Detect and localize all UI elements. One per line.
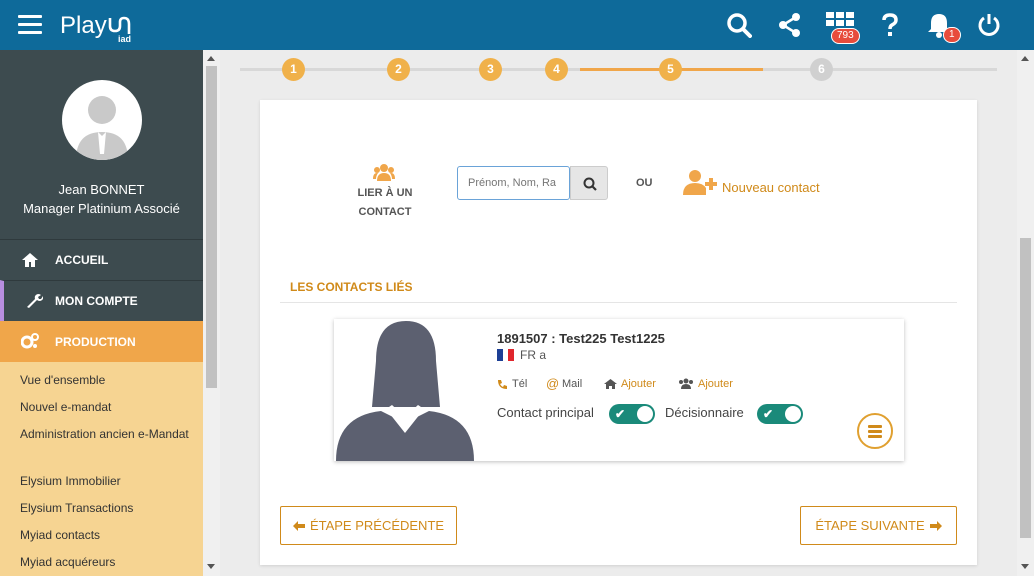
contact-card: 1891507 : Test225 Test1225 FR a Tél @ Ma… xyxy=(334,319,904,461)
contact-avatar-icon xyxy=(334,319,476,461)
avatar xyxy=(62,80,142,160)
step-1[interactable]: 1 xyxy=(282,58,305,81)
previous-step-button[interactable]: ÉTAPE PRÉCÉDENTE xyxy=(280,506,457,545)
contact-search-input[interactable] xyxy=(457,166,570,200)
subnav-item[interactable]: Elysium Transactions xyxy=(20,499,190,518)
sidebar: Jean BONNET Manager Platinium Associé AC… xyxy=(0,50,203,576)
step-2[interactable]: 2 xyxy=(387,58,410,81)
home-icon xyxy=(604,379,617,389)
subnav-item[interactable]: Nouvel e-mandat xyxy=(20,398,190,417)
subnav-item[interactable]: Elysium Immobilier xyxy=(20,472,190,491)
production-submenu: Vue d'ensemble Nouvel e-mandat Administr… xyxy=(0,362,203,576)
arrow-right-icon xyxy=(929,520,942,531)
wrench-icon xyxy=(27,294,43,308)
nav-production[interactable]: PRODUCTION xyxy=(0,321,203,362)
new-contact-link[interactable]: Nouveau contact xyxy=(722,180,820,195)
primary-contact-label: Contact principal xyxy=(497,405,594,420)
share-icon[interactable] xyxy=(777,12,803,38)
contact-mail[interactable]: Mail xyxy=(562,378,582,390)
subnav-item[interactable]: Myiad contacts xyxy=(20,526,190,545)
arrow-left-icon xyxy=(292,520,305,531)
sidebar-scrollbar[interactable] xyxy=(203,50,220,576)
contact-title[interactable]: 1891507 : Test225 Test1225 xyxy=(497,331,665,346)
france-flag-icon xyxy=(497,349,515,361)
step-5[interactable]: 5 xyxy=(659,58,682,81)
step-6[interactable]: 6 xyxy=(810,58,833,81)
group-icon xyxy=(373,164,395,181)
contact-menu-button[interactable] xyxy=(857,413,893,449)
or-label: OU xyxy=(636,177,653,189)
search-button[interactable] xyxy=(570,166,608,200)
main-scroll-thumb[interactable] xyxy=(1020,238,1031,538)
subnav-item[interactable]: Vue d'ensemble xyxy=(20,371,190,390)
decision-maker-toggle[interactable]: ✔ xyxy=(757,404,803,424)
step-3[interactable]: 3 xyxy=(479,58,502,81)
search-icon xyxy=(583,177,597,191)
apps-badge: 793 xyxy=(831,28,860,44)
home-icon xyxy=(22,253,38,267)
contact-locale: FR a xyxy=(520,348,547,362)
subnav-item[interactable]: Myiad acquéreurs xyxy=(20,553,190,572)
nav-accueil[interactable]: ACCUEIL xyxy=(0,239,203,280)
primary-contact-toggle[interactable]: ✔ xyxy=(609,404,655,424)
main-scrollbar[interactable] xyxy=(1017,50,1034,576)
link-contact-label: LIER À UN CONTACT xyxy=(357,187,413,218)
divider xyxy=(280,302,957,303)
app-logo[interactable]: Play iad xyxy=(60,12,133,44)
add-address-link[interactable]: Ajouter xyxy=(621,378,656,390)
search-icon[interactable] xyxy=(726,12,752,38)
add-group-link[interactable]: Ajouter xyxy=(698,378,733,390)
top-bar: Play iad 793 1 xyxy=(0,0,1034,50)
linked-contacts-title: LES CONTACTS LIÉS xyxy=(290,280,413,294)
user-role: Manager Platinium Associé xyxy=(23,201,180,216)
group-icon xyxy=(679,378,693,389)
sidebar-scroll-thumb[interactable] xyxy=(206,66,217,388)
step-card: LIER À UNCONTACT OU Nouveau contact LES … xyxy=(260,100,977,565)
power-icon[interactable] xyxy=(977,12,1003,38)
at-icon: @ xyxy=(546,376,560,391)
decision-maker-label: Décisionnaire xyxy=(665,405,744,420)
menu-icon[interactable] xyxy=(18,15,42,35)
add-user-icon[interactable] xyxy=(683,169,719,195)
help-icon[interactable] xyxy=(880,12,906,38)
user-name: Jean BONNET xyxy=(58,182,145,197)
subnav-item[interactable]: Administration ancien e-Mandat xyxy=(20,425,190,444)
gears-icon xyxy=(21,333,39,349)
nav-mon-compte[interactable]: MON COMPTE xyxy=(0,280,203,321)
notification-badge: 1 xyxy=(943,27,961,43)
next-step-button[interactable]: ÉTAPE SUIVANTE xyxy=(800,506,957,545)
main-content: 1 2 3 4 5 6 LIER À UNCONTACT OU Nouveau … xyxy=(220,50,1017,576)
step-4[interactable]: 4 xyxy=(545,58,568,81)
contact-phone[interactable]: Tél xyxy=(512,378,527,390)
phone-icon xyxy=(498,380,507,389)
stepper-track xyxy=(240,68,997,71)
